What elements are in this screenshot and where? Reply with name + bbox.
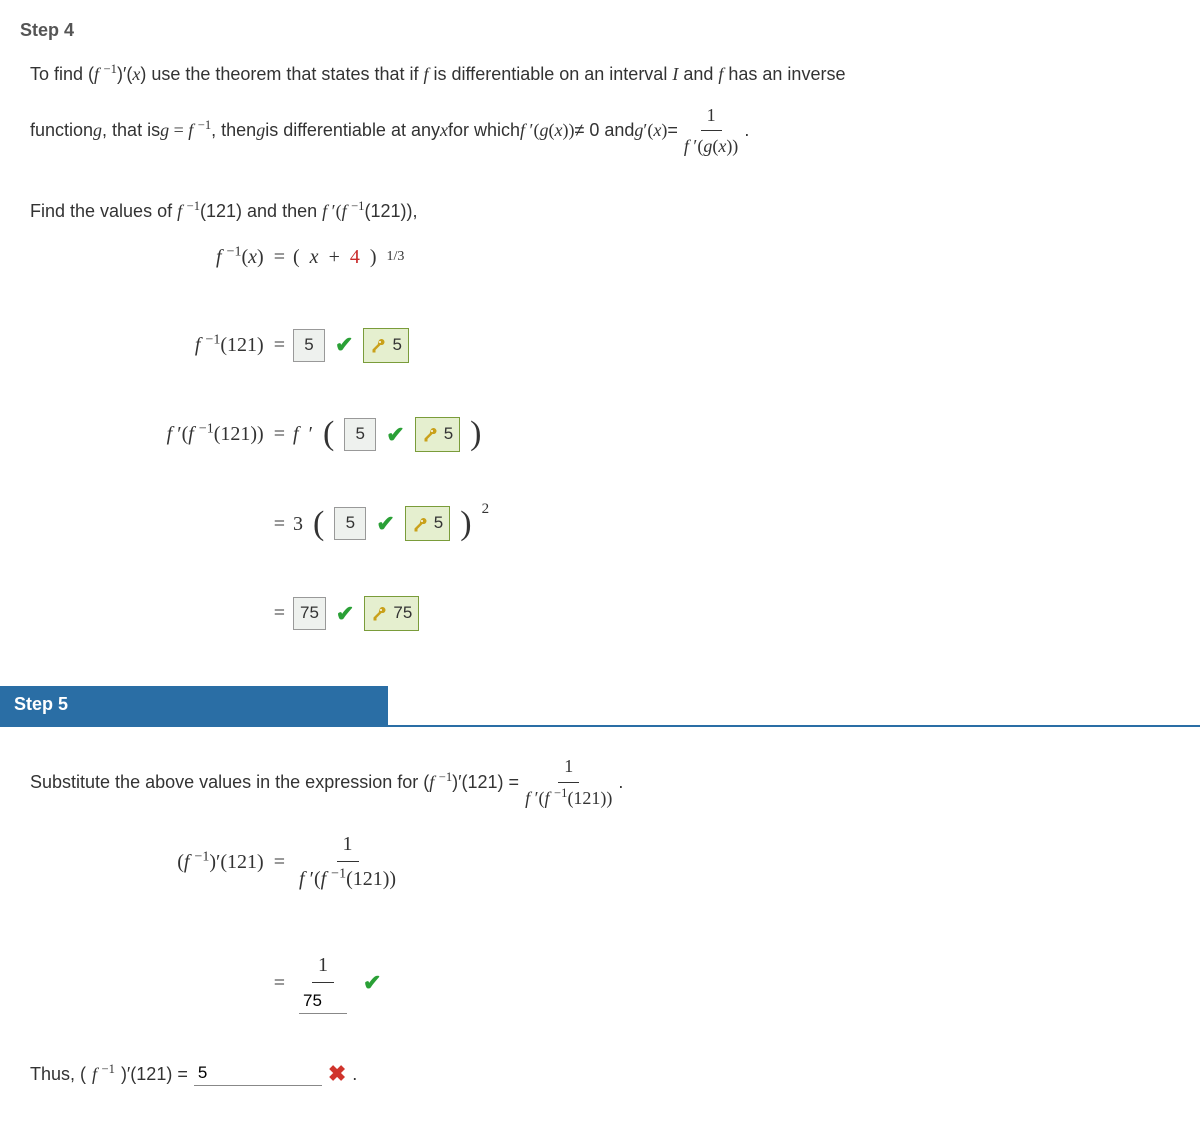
fraction-input: 1 — [293, 948, 353, 1017]
check-icon: ✔ — [335, 326, 353, 363]
key-icon — [366, 336, 388, 354]
step5-underline — [0, 725, 1200, 727]
text: function — [30, 115, 93, 146]
check-icon: ✔ — [376, 505, 394, 542]
fraction: 1 f ′(f −1(121)) — [293, 827, 402, 896]
cross-icon: ✖ — [328, 1055, 346, 1092]
final-answer-input[interactable] — [194, 1061, 322, 1086]
answer-key-5c: 5 — [405, 506, 450, 541]
answer-box-75[interactable]: 75 — [293, 597, 326, 630]
equation-finv-x: f −1(x) = (x + 4)1/3 — [30, 240, 1170, 274]
num: 1 — [337, 827, 359, 862]
step5-content: Substitute the above values in the expre… — [20, 745, 1180, 1113]
equation-sub1: (f −1)′(121) = 1 f ′(f −1(121)) — [30, 827, 1170, 896]
text: (121)), — [364, 201, 417, 221]
step4-paragraph-3: Find the values of f −1(121) and then f … — [30, 196, 1170, 227]
key-value: 5 — [434, 509, 443, 538]
key-value: 75 — [393, 599, 412, 628]
three: 3 — [293, 507, 303, 541]
thus-line: Thus, (f −1)′(121) = ✖ . — [30, 1055, 1170, 1092]
equation-sub2: = 1 ✔ — [30, 948, 1170, 1017]
answer-box-5b[interactable]: 5 — [344, 418, 376, 451]
step4-header: Step 4 — [20, 20, 1180, 41]
step4-paragraph-2: function g, that is g = f −1, then g is … — [30, 100, 1170, 162]
answer-key-5a: 5 — [363, 328, 408, 363]
step4-paragraph-1: To find (f −1)′(x) use the theorem that … — [30, 59, 1170, 90]
text: has an inverse — [723, 64, 845, 84]
key-icon — [408, 515, 430, 533]
text: )′( — [117, 64, 132, 84]
text: is differentiable at any — [265, 115, 440, 146]
key-value: 5 — [444, 420, 453, 449]
equation-fprime-finv: f ′(f −1(121)) = f′( 5 ✔ 5 ) — [30, 416, 1170, 453]
exponent-two: 2 — [482, 497, 490, 523]
text: To find ( — [30, 64, 94, 84]
text: , that is — [102, 115, 160, 146]
text: , then — [211, 115, 256, 146]
text: )′(121) = — [121, 1059, 188, 1090]
text: Find the values of — [30, 201, 177, 221]
text: = — [667, 115, 678, 146]
text: )′(121) = — [452, 767, 519, 798]
check-icon: ✔ — [386, 416, 404, 453]
fraction: 1 f ′(f −1(121)) — [519, 751, 618, 813]
key-icon — [367, 604, 389, 622]
equation-three-sq: = 3( 5 ✔ 5 )2 — [30, 505, 1170, 542]
key-icon — [418, 425, 440, 443]
text: (121) and then — [200, 201, 322, 221]
answer-key-5b: 5 — [415, 417, 460, 452]
denominator-input[interactable] — [299, 989, 347, 1014]
text: for which — [448, 115, 520, 146]
equation-finv-121: f −1(121) = 5 ✔ 5 — [30, 326, 1170, 363]
equation-75: = 75 ✔ 75 — [30, 595, 1170, 632]
text: Thus, ( — [30, 1059, 86, 1090]
step4-content: To find (f −1)′(x) use the theorem that … — [20, 53, 1180, 656]
fraction: 1 f ′(g(x)) — [678, 100, 744, 162]
num-one: 1 — [312, 948, 334, 983]
text: ≠ 0 and — [574, 115, 634, 146]
text: ) use the theorem that states that if — [140, 64, 423, 84]
key-value: 5 — [392, 331, 401, 360]
answer-box-5c[interactable]: 5 — [334, 507, 366, 540]
answer-key-75: 75 — [364, 596, 419, 631]
text: and — [678, 64, 718, 84]
text: is differentiable on an interval — [429, 64, 673, 84]
num: 1 — [558, 751, 579, 783]
step5-header-bar: Step 5 — [0, 686, 388, 725]
check-icon: ✔ — [336, 595, 354, 632]
answer-box-5a[interactable]: 5 — [293, 329, 325, 362]
step5-paragraph-1: Substitute the above values in the expre… — [30, 751, 1170, 813]
period: . — [352, 1059, 357, 1090]
red-four: 4 — [350, 240, 360, 274]
text: Substitute the above values in the expre… — [30, 767, 429, 798]
check-icon: ✔ — [363, 964, 381, 1001]
